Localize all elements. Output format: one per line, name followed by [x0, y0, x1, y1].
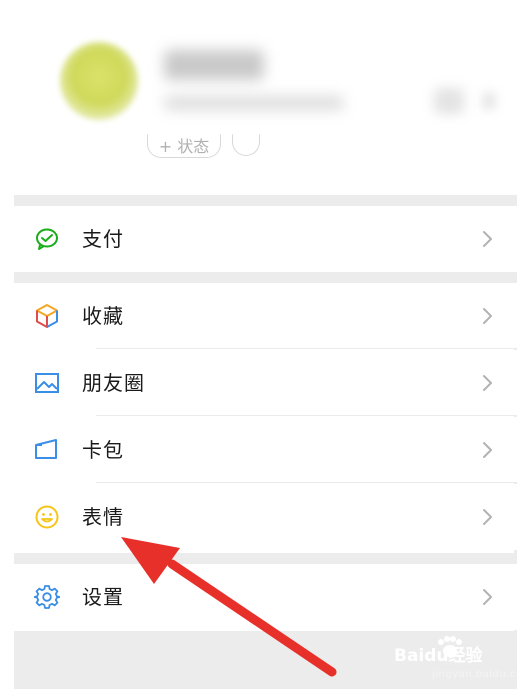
chevron-right-icon	[482, 588, 494, 606]
menu-item-favorites[interactable]: 收藏	[14, 283, 517, 349]
wechat-pay-icon	[34, 226, 60, 252]
chevron-right-icon	[482, 508, 494, 526]
profile-header[interactable]: + 状态	[14, 0, 517, 195]
avatar[interactable]	[60, 42, 138, 120]
divider	[96, 415, 517, 416]
menu-item-stickers[interactable]: 表情	[14, 484, 517, 550]
menu-item-moments[interactable]: 朋友圈	[14, 350, 517, 416]
menu-item-label: 表情	[82, 505, 124, 529]
watermark-url: jingyan.baidu.com	[432, 669, 517, 680]
menu-item-label: 卡包	[82, 438, 124, 462]
add-status-button[interactable]: + 状态	[147, 134, 221, 158]
menu-item-settings[interactable]: 设置	[14, 564, 517, 630]
smiley-icon	[34, 504, 60, 530]
menu-item-label: 支付	[82, 227, 124, 251]
qr-code-icon[interactable]	[434, 88, 464, 114]
status-more-button[interactable]	[232, 134, 260, 156]
favorites-cube-icon	[34, 303, 60, 329]
chevron-right-icon	[482, 230, 494, 248]
section-gap	[14, 553, 517, 564]
wechat-id-blurred	[164, 96, 344, 110]
baidu-jingyan-watermark: Baidu经验 jingyan.baidu.com	[394, 636, 517, 684]
profile-chevron-icon	[482, 92, 496, 110]
gear-icon	[34, 584, 60, 610]
menu-item-pay[interactable]: 支付	[14, 206, 517, 272]
chevron-right-icon	[482, 374, 494, 392]
chevron-right-icon	[482, 441, 494, 459]
menu-item-label: 收藏	[82, 304, 124, 328]
chevron-right-icon	[482, 307, 494, 325]
section-gap	[14, 195, 517, 206]
menu-item-cards[interactable]: 卡包	[14, 417, 517, 483]
picture-icon	[34, 370, 60, 396]
divider	[96, 348, 517, 349]
menu-item-label: 朋友圈	[82, 371, 145, 395]
watermark-brand: Baidu经验	[394, 646, 483, 666]
me-page: + 状态 支付 收藏 朋友圈 卡包 表情 设置 Baidu经验 jingyan.…	[0, 0, 517, 689]
nickname-blurred	[164, 50, 264, 80]
menu-item-label: 设置	[82, 585, 124, 609]
divider	[96, 482, 517, 483]
section-gap	[14, 272, 517, 283]
card-wallet-icon	[34, 437, 60, 463]
